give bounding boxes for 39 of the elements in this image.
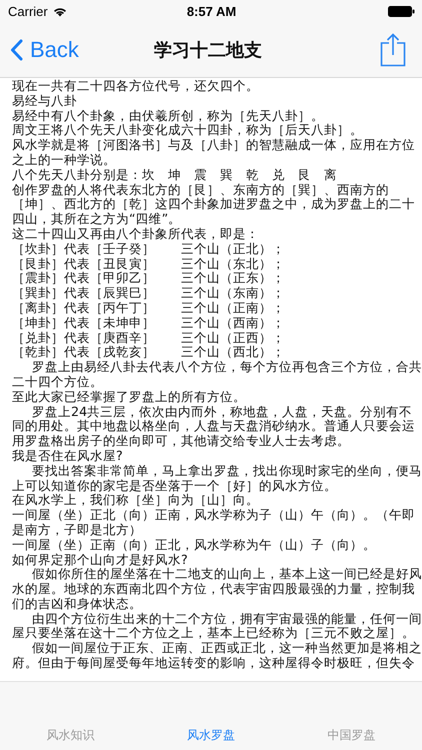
carrier-label: Carrier xyxy=(8,4,48,18)
article-paragraph: 易经中有八个卦象，由伏羲所创，称为［先天八卦］。 xyxy=(12,108,325,124)
share-icon xyxy=(380,32,406,66)
article-paragraph: 创作罗盘的人将代表东北方的［艮］、东南方的［巽］、西南方的［坤］、西北方的［乾］这四个卦象加进罗盘之中，成为罗盘上的二十四山，其所在之方为“四维”。 xyxy=(12,182,416,227)
article-paragraph: ［坎卦］代表［壬子癸］ 三个山（正北）； xyxy=(12,242,286,257)
article-paragraph: ［坤卦］代表［未坤申］ 三个山（西南）； xyxy=(12,316,286,331)
article-paragraph: 周文王将八个先天八卦变化成六十四卦，称为［后天八卦］。 xyxy=(12,123,364,138)
article-paragraph: 八个先天八卦分别是：坎 坤 震 巽 乾 兑 艮 离 xyxy=(12,168,338,183)
wifi-icon xyxy=(52,6,67,16)
article-paragraph: 要找出答案非常简单，马上拿出罗盘，找出你现时家宅的坐向，便马上可以知道你的家宅是否坐落于一个［好］的风水方位。 xyxy=(12,464,422,494)
article-paragraph: 如何界定那个山向才是好风水? xyxy=(12,552,189,568)
article-paragraph: 这二十四山又再由八个卦象所代表，即是： xyxy=(12,226,260,242)
tab-item[interactable]: 风水罗盘 xyxy=(176,727,245,744)
article-paragraph: 风水学就是将［河图洛书］与及［八卦］的智慧融成一体，应用在方位之上的一种学说。 xyxy=(12,138,416,168)
article-paragraph: 至此大家已经掌握了罗盘上的所有方位。 xyxy=(12,390,247,405)
article-paragraph: ［巽卦］代表［辰巽巳］ 三个山（东南）； xyxy=(12,286,286,301)
article-paragraph: ［兑卦］代表［庚酉辛］ 三个山（正西）； xyxy=(12,330,286,346)
article-paragraph: ［震卦］代表［甲卯乙］ 三个山（正东）； xyxy=(12,271,286,286)
article-paragraph: 罗盘上24共三层，依次由内而外，称地盘，人盘，天盘。分别有不同的用处。其中地盘以格坐向，人盘与天盘消砂纳水。普通人只要会运用罗盘格出房子的坐向即可，其他请交给专业人士去考虑。 xyxy=(12,404,416,449)
article-paragraph: 我是否住在风水屋? xyxy=(12,448,124,464)
chevron-icon xyxy=(10,38,23,60)
back-button[interactable]: Back xyxy=(10,36,110,62)
article-paragraph: 假如一间屋位于正东、正南、正西或正北，这一种当然更加是将相之府。但由于每间屋受每年地运转变的影响，这种屋得令时极旺，但失令 xyxy=(12,641,422,671)
article-paragraph: 罗盘上由易经八卦去代表八个方位，每个方位再包含三个方位，合共二十四个方位。 xyxy=(12,360,422,390)
article-paragraph: 由四个方位衍生出来的十二个方位，拥有宇宙最强的能量，任何一间屋只要坐落在这十二个方位之上，基本上已经称为［三元不败之屋］。 xyxy=(12,612,422,642)
article-paragraph: 假如你所住的屋坐落在十二地支的山向上，基本上这一间已经是好风水的屋。地球的东西南北四个方位，代表宇宙四股最强的力量，控制我们的吉凶和身体状态。 xyxy=(12,567,422,612)
screen-title: 学习十二地支 xyxy=(154,38,262,62)
article-paragraph: 易经与八卦 xyxy=(12,94,78,109)
article-paragraph: ［离卦］代表［丙午丁］ 三个山（正南）； xyxy=(12,300,286,316)
article-paragraph: 在风水学上，我们称［坐］向为［山］向。 xyxy=(12,493,260,508)
article-paragraph: 一间屋（坐）正南（向）正北，风水学称为午（山）子（向）。 xyxy=(12,538,377,552)
article-paragraph: ［乾卦］代表［戌乾亥］ 三个山（西北）； xyxy=(12,345,286,360)
article-paragraph: 一间屋（坐）正北（向）正南，风水学称为子（山）午（向）。（午即是南方，子即是北方） xyxy=(12,508,416,538)
status-time: 8:57 AM xyxy=(186,4,236,18)
battery-icon xyxy=(388,6,415,16)
tab-item[interactable]: 中国罗盘 xyxy=(318,727,386,744)
tab-item[interactable]: 风水知识 xyxy=(36,727,104,744)
article-paragraph: 现在一共有二十四各方位代号，还欠四个。 xyxy=(12,79,260,94)
article-paragraph: ［艮卦］代表［丑艮寅］ 三个山（东北）； xyxy=(12,256,286,272)
